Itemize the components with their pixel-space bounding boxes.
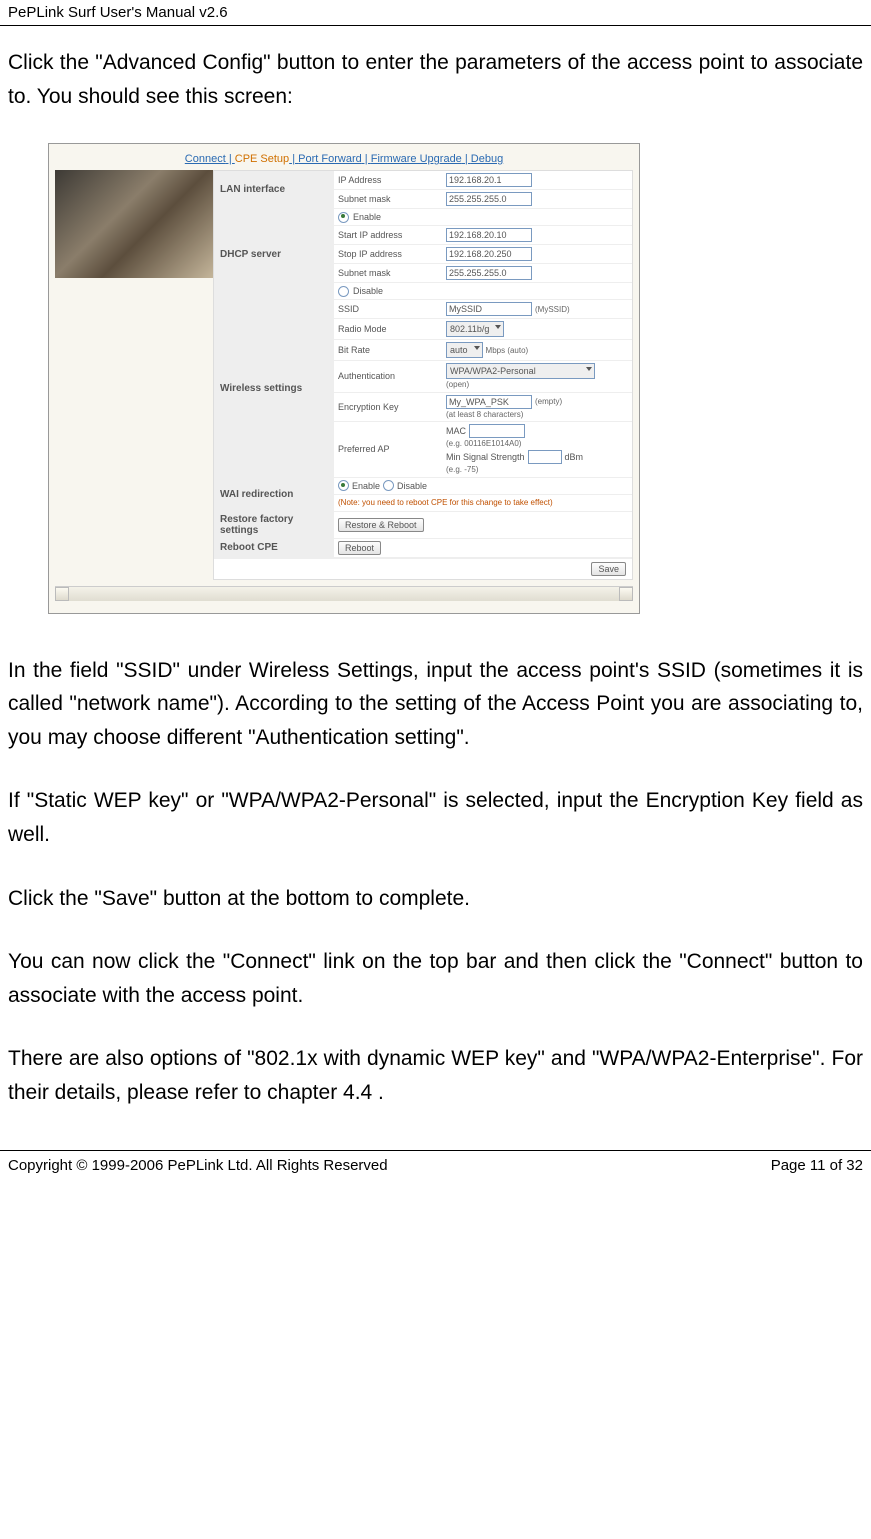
dhcp-mask-label: Subnet mask xyxy=(334,266,442,280)
nav-tabs: Connect | CPE Setup | Port Forward | Fir… xyxy=(55,150,633,170)
tab-port-forward[interactable]: Port Forward xyxy=(298,153,362,165)
pref-mac-eg: (e.g. 00116E1014A0) xyxy=(446,439,583,449)
pref-ap-label: Preferred AP xyxy=(334,442,442,456)
pref-min-input[interactable] xyxy=(528,450,562,464)
tab-cpe-setup[interactable]: CPE Setup xyxy=(235,153,289,165)
wai-note: (Note: you need to reboot CPE for this c… xyxy=(338,498,553,507)
lan-ip-input[interactable]: 192.168.20.1 xyxy=(446,173,532,187)
radio-mode-label: Radio Mode xyxy=(334,322,442,336)
bitrate-select[interactable]: auto xyxy=(446,342,483,358)
pref-mac-input[interactable] xyxy=(469,424,525,438)
section-wai: WAI redirection xyxy=(214,478,334,511)
pref-min-eg: (e.g. -75) xyxy=(446,465,583,475)
paragraph-2: In the field "SSID" under Wireless Setti… xyxy=(8,654,863,755)
bitrate-hint: Mbps (auto) xyxy=(486,346,529,355)
ssid-hint: (MySSID) xyxy=(535,305,570,314)
pref-mac-label: MAC xyxy=(446,426,466,437)
section-wireless: Wireless settings xyxy=(214,300,334,476)
wai-enable-radio[interactable] xyxy=(338,480,349,491)
dhcp-enable-radio[interactable] xyxy=(338,212,349,223)
dhcp-disable-radio[interactable] xyxy=(338,286,349,297)
enc-label: Encryption Key xyxy=(334,400,442,414)
paragraph-6: There are also options of "802.1x with d… xyxy=(8,1042,863,1109)
dhcp-disable-label: Disable xyxy=(353,286,383,296)
section-restore: Restore factory settings xyxy=(214,512,334,538)
save-button[interactable]: Save xyxy=(591,562,626,576)
wai-enable-label: Enable xyxy=(352,481,380,491)
section-lan: LAN interface xyxy=(214,171,334,208)
sidebar-photo xyxy=(55,170,213,278)
tab-firmware-upgrade[interactable]: Firmware Upgrade xyxy=(371,153,462,165)
dhcp-mask-input[interactable]: 255.255.255.0 xyxy=(446,266,532,280)
enc-input[interactable]: My_WPA_PSK xyxy=(446,395,532,409)
dhcp-stop-label: Stop IP address xyxy=(334,247,442,261)
horizontal-scrollbar[interactable] xyxy=(55,586,633,601)
dhcp-start-input[interactable]: 192.168.20.10 xyxy=(446,228,532,242)
restore-reboot-button[interactable]: Restore & Reboot xyxy=(338,518,424,532)
paragraph-4: Click the "Save" button at the bottom to… xyxy=(8,882,863,916)
footer-page: Page 11 of 32 xyxy=(771,1157,863,1174)
tab-connect[interactable]: Connect xyxy=(185,153,226,165)
section-reboot: Reboot CPE xyxy=(214,539,334,557)
auth-select[interactable]: WPA/WPA2-Personal xyxy=(446,363,595,379)
paragraph-5: You can now click the "Connect" link on … xyxy=(8,945,863,1012)
ssid-input[interactable]: MySSID xyxy=(446,302,532,316)
lan-mask-label: Subnet mask xyxy=(334,192,442,206)
pref-dbm-label: dBm xyxy=(565,452,584,463)
pref-min-label: Min Signal Strength xyxy=(446,452,525,463)
doc-title: PePLink Surf User's Manual v2.6 xyxy=(8,4,228,21)
wai-disable-label: Disable xyxy=(397,481,427,491)
enc-note: (at least 8 characters) xyxy=(446,410,562,420)
bitrate-label: Bit Rate xyxy=(334,343,442,357)
wai-disable-radio[interactable] xyxy=(383,480,394,491)
ssid-label: SSID xyxy=(334,302,442,316)
dhcp-start-label: Start IP address xyxy=(334,228,442,242)
enc-hint: (empty) xyxy=(535,397,562,407)
paragraph-1: Click the "Advanced Config" button to en… xyxy=(8,46,863,113)
config-screenshot-figure: Connect | CPE Setup | Port Forward | Fir… xyxy=(48,143,863,613)
section-dhcp: DHCP server xyxy=(214,209,334,299)
auth-hint: (open) xyxy=(446,380,595,390)
footer-copyright: Copyright © 1999-2006 PePLink Ltd. All R… xyxy=(8,1157,388,1174)
lan-mask-input[interactable]: 255.255.255.0 xyxy=(446,192,532,206)
dhcp-enable-label: Enable xyxy=(353,212,381,222)
tab-debug[interactable]: Debug xyxy=(471,153,503,165)
paragraph-3: If "Static WEP key" or "WPA/WPA2-Persona… xyxy=(8,784,863,851)
dhcp-stop-input[interactable]: 192.168.20.250 xyxy=(446,247,532,261)
auth-label: Authentication xyxy=(334,369,442,383)
lan-ip-label: IP Address xyxy=(334,173,442,187)
radio-mode-select[interactable]: 802.11b/g xyxy=(446,321,504,337)
reboot-button[interactable]: Reboot xyxy=(338,541,381,555)
